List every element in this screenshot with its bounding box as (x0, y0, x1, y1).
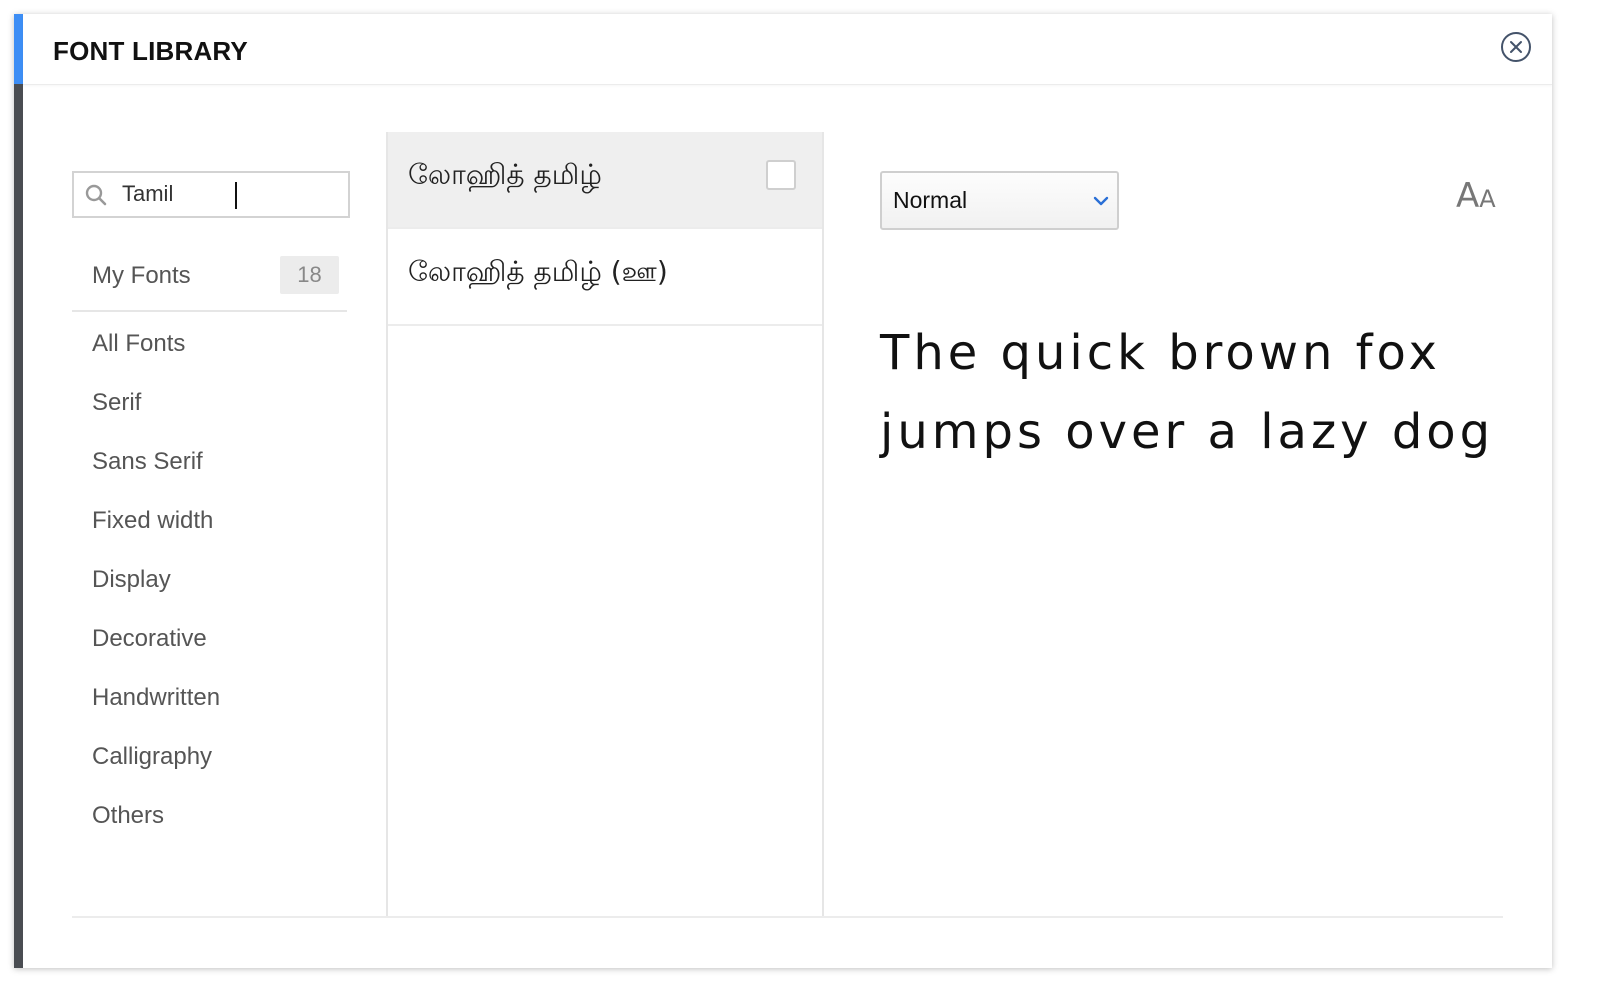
sidebar-item-all-fonts[interactable]: All Fonts (72, 314, 347, 373)
sidebar-item-others[interactable]: Others (72, 786, 347, 845)
close-circle-icon (1510, 41, 1522, 53)
modal-left-bar (14, 14, 23, 968)
sidebar-item-label: My Fonts (92, 262, 191, 289)
preview-line-1: The quick brown fox (880, 325, 1441, 381)
preview-line-2: jumps over a lazy dog (880, 404, 1495, 460)
font-list-item[interactable]: லோஹித் தமிழ் (ஊ) (388, 229, 822, 326)
close-button[interactable] (1501, 32, 1531, 62)
sidebar-item-fixed-width[interactable]: Fixed width (72, 491, 347, 550)
font-weight-value: Normal (893, 187, 968, 213)
font-list: லோஹித் தமிழ் லோஹித் தமிழ் (ஊ) (386, 132, 824, 917)
text-size-large-icon: A (1456, 176, 1480, 216)
font-library-modal: FONT LIBRARY My Fonts 18 All Fonts Serif… (14, 14, 1552, 968)
font-preview: The quick brown fox jumps over a lazy do… (880, 314, 1520, 472)
font-name: லோஹித் தமிழ் (408, 158, 602, 191)
text-caret (235, 182, 237, 209)
sidebar-item-decorative[interactable]: Decorative (72, 609, 347, 668)
font-list-item[interactable]: லோஹித் தமிழ் (388, 132, 822, 229)
font-checkbox[interactable] (766, 160, 796, 190)
modal-header-accent (14, 14, 23, 84)
sidebar-item-display[interactable]: Display (72, 550, 347, 609)
footer-divider (72, 916, 1503, 918)
chevron-down-icon (1093, 196, 1109, 206)
search-input[interactable] (122, 179, 322, 209)
sidebar-item-calligraphy[interactable]: Calligraphy (72, 727, 347, 786)
font-weight-select[interactable]: Normal (880, 171, 1119, 230)
modal-header: FONT LIBRARY (23, 14, 1552, 85)
category-list: All Fonts Serif Sans Serif Fixed width D… (72, 314, 347, 845)
sidebar-item-handwritten[interactable]: Handwritten (72, 668, 347, 727)
text-size-small-icon: A (1479, 185, 1496, 213)
my-fonts-count-badge: 18 (280, 256, 339, 294)
text-size-toggle[interactable]: AA (1456, 176, 1496, 220)
font-name: லோஹித் தமிழ் (ஊ) (408, 255, 668, 288)
sidebar-item-serif[interactable]: Serif (72, 373, 347, 432)
sidebar-item-my-fonts[interactable]: My Fonts 18 (72, 252, 347, 312)
sidebar-item-sans-serif[interactable]: Sans Serif (72, 432, 347, 491)
modal-title: FONT LIBRARY (53, 36, 248, 66)
search-icon (85, 184, 107, 206)
search-field[interactable] (72, 171, 350, 218)
